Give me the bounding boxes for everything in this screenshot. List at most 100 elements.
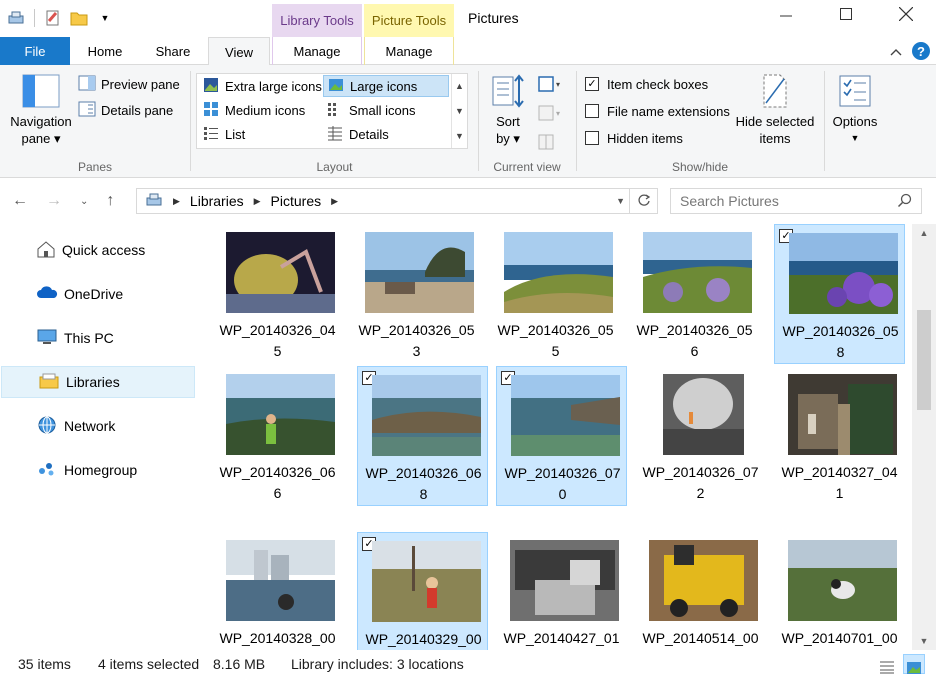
file-name-extensions-checkbox[interactable] (585, 104, 599, 118)
gallery-expand-icon[interactable]: ▼ (455, 131, 464, 141)
breadcrumb-separator-icon[interactable]: ▶ (254, 196, 261, 207)
tab-picture-manage[interactable]: Manage (364, 37, 454, 65)
details-pane-icon (78, 101, 96, 120)
breadcrumb-separator-icon[interactable]: ▶ (173, 196, 180, 207)
list-icon (203, 125, 219, 144)
details-pane-button[interactable]: Details pane (78, 99, 173, 121)
file-item[interactable]: WP_20140427_01 (496, 532, 627, 650)
up-arrow-icon[interactable]: ↑ (106, 192, 114, 210)
item-check-boxes-checkbox[interactable]: ✓ (585, 77, 599, 91)
add-columns-icon[interactable]: ▾ (537, 104, 563, 125)
options-icon (837, 73, 873, 113)
hidden-items-option[interactable]: Hidden items (585, 127, 683, 149)
options-button[interactable]: Options ▼ (829, 73, 881, 147)
tab-view[interactable]: View (208, 37, 270, 66)
item-check-boxes-option[interactable]: ✓ Item check boxes (585, 73, 708, 95)
computer-icon[interactable] (6, 8, 26, 28)
minimize-button[interactable] (756, 0, 816, 28)
nav-item-onedrive[interactable]: OneDrive (0, 278, 196, 310)
size-columns-icon[interactable] (537, 133, 563, 154)
navigation-buttons: ← → ⌄ ↑ (12, 192, 114, 210)
photo-thumbnail (788, 374, 897, 455)
options-group: Options ▼ (825, 65, 885, 178)
details-pane-label: Details pane (101, 102, 174, 118)
file-item[interactable]: ✓ WP_20140326_05 8 (774, 224, 905, 364)
customize-dropdown-icon[interactable]: ▼ (95, 8, 115, 28)
search-icon[interactable] (897, 193, 913, 212)
file-item[interactable]: WP_20140326_05 5 (490, 224, 621, 364)
file-name-line-2: 3 (412, 343, 421, 359)
file-item[interactable]: ✓ WP_20140326_07 0 (496, 366, 627, 506)
preview-pane-button[interactable]: Preview pane (78, 73, 180, 95)
file-item[interactable]: ✓ WP_20140326_06 8 (357, 366, 488, 506)
nav-item-network[interactable]: Network (0, 410, 196, 442)
hidden-items-checkbox[interactable] (585, 131, 599, 145)
large-icons-view-toggle[interactable] (903, 654, 925, 674)
photo-thumbnail (226, 540, 335, 621)
nav-item-homegroup[interactable]: Homegroup (0, 454, 196, 486)
close-button[interactable] (876, 0, 936, 28)
sort-by-button[interactable]: Sort by ▾ (487, 73, 529, 147)
nav-item-quick-access[interactable]: Quick access (0, 234, 196, 266)
vertical-scrollbar[interactable]: ▲ ▼ (912, 224, 936, 650)
scroll-down-icon[interactable]: ▼ (912, 632, 936, 650)
new-folder-icon[interactable] (69, 8, 89, 28)
file-name-line-2: 1 (835, 485, 844, 501)
help-icon[interactable]: ? (912, 42, 930, 60)
gallery-scroll-down-icon[interactable]: ▼ (455, 106, 464, 116)
address-bar[interactable]: ▶ Libraries ▶ Pictures ▶ ▼ (136, 188, 658, 214)
file-name-extensions-option[interactable]: File name extensions (585, 100, 730, 122)
breadcrumb-separator-icon[interactable]: ▶ (331, 196, 338, 207)
collapse-ribbon-icon[interactable] (890, 44, 902, 59)
layout-list[interactable]: List (199, 123, 249, 145)
file-item[interactable]: ✓ WP_20140329_00 (357, 532, 488, 650)
layout-extra-large-icons[interactable]: Extra large icons (199, 75, 326, 97)
file-name-line-1: WP_20140326_07 (504, 465, 621, 481)
file-item[interactable]: WP_20140326_04 5 (212, 224, 343, 364)
tab-share[interactable]: Share (140, 37, 206, 65)
photo-thumbnail (372, 541, 481, 622)
file-name-line-1: WP_20140327_04 (781, 464, 898, 480)
layout-details[interactable]: Details (323, 123, 393, 145)
tab-library-manage[interactable]: Manage (272, 37, 362, 65)
refresh-button[interactable] (629, 189, 657, 213)
file-item[interactable]: WP_20140326_07 2 (635, 366, 766, 506)
tab-file[interactable]: File (0, 37, 70, 65)
details-view-icon (879, 660, 895, 677)
scrollbar-thumb[interactable] (917, 310, 931, 410)
file-item[interactable]: WP_20140326_05 6 (629, 224, 760, 364)
back-arrow-icon[interactable]: ← (12, 192, 28, 210)
hide-selected-items-button[interactable]: Hide selected items (731, 73, 819, 147)
breadcrumb-pictures[interactable]: Pictures (271, 193, 322, 209)
file-item[interactable]: WP_20140326_06 6 (212, 366, 343, 506)
file-name: WP_20140326_05 5 (490, 320, 621, 362)
recent-locations-icon[interactable]: ⌄ (80, 196, 88, 207)
breadcrumb-libraries[interactable]: Libraries (190, 193, 244, 209)
file-item[interactable]: WP_20140701_00 (774, 532, 905, 650)
layout-small-icons[interactable]: Small icons (323, 99, 419, 121)
nav-item-label: Libraries (66, 374, 120, 390)
nav-item-libraries[interactable]: Libraries (1, 366, 195, 398)
file-item[interactable]: WP_20140327_04 1 (774, 366, 905, 506)
address-history-dropdown-icon[interactable]: ▼ (616, 196, 625, 206)
details-view-toggle[interactable] (876, 654, 898, 674)
properties-icon[interactable] (43, 8, 63, 28)
file-item[interactable]: WP_20140326_05 3 (351, 224, 482, 364)
tab-home[interactable]: Home (72, 37, 138, 65)
current-view-group: Sort by ▾ ▾ ▾ Current view (479, 65, 575, 178)
search-input[interactable]: Search Pictures (670, 188, 922, 214)
group-by-icon[interactable]: ▾ (537, 75, 563, 96)
file-item[interactable]: WP_20140328_00 (212, 532, 343, 650)
layout-medium-icons-label: Medium icons (225, 102, 306, 118)
layout-large-icons[interactable]: Large icons (323, 75, 449, 97)
photo-thumbnail (372, 375, 481, 456)
nav-item-this-pc[interactable]: This PC (0, 322, 196, 354)
navigation-pane-button[interactable]: Navigation pane ▾ (8, 73, 74, 147)
forward-arrow-icon[interactable]: → (46, 192, 62, 210)
layout-medium-icons[interactable]: Medium icons (199, 99, 309, 121)
gallery-scroll-up-icon[interactable]: ▲ (455, 81, 464, 91)
maximize-button[interactable] (816, 0, 876, 28)
this-pc-icon (36, 328, 58, 349)
scroll-up-icon[interactable]: ▲ (912, 224, 936, 242)
file-item[interactable]: WP_20140514_00 (635, 532, 766, 650)
